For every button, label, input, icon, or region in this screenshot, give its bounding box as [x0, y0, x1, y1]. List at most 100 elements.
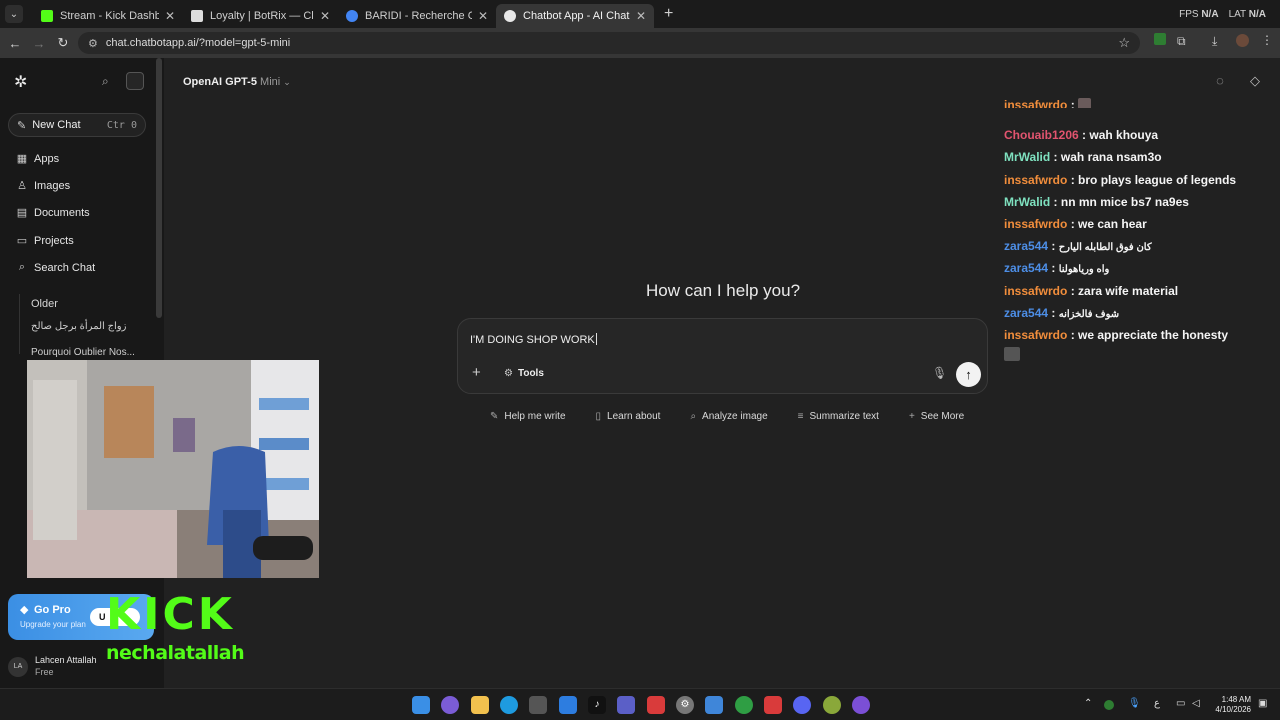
close-tab-icon[interactable]: ✕: [636, 9, 646, 23]
mail-icon[interactable]: [559, 696, 577, 714]
close-tab-icon[interactable]: ✕: [478, 9, 488, 23]
lat-label: LAT: [1228, 8, 1246, 20]
fps-label: FPS: [1179, 8, 1199, 20]
address-bar[interactable]: ⚙ chat.chatbotapp.ai/?model=gpt-5-mini ☆: [78, 32, 1140, 54]
microphone-icon[interactable]: 🎙: [932, 366, 947, 380]
search-icon[interactable]: ⌕: [102, 74, 109, 89]
chip-help-me-write[interactable]: ✎ Help me write: [490, 411, 566, 422]
history-item[interactable]: زواج المرأة برجل صالح: [31, 321, 126, 332]
add-attachment-icon[interactable]: +: [472, 364, 481, 381]
chat-text: we can hear: [1078, 217, 1147, 231]
extensions-puzzle-icon[interactable]: ⧉: [1177, 34, 1186, 49]
temporary-chat-icon[interactable]: ◌: [1212, 73, 1228, 89]
download-icon[interactable]: ⤓: [1212, 34, 1217, 49]
sidebar-item-projects[interactable]: ▭ Projects: [16, 234, 74, 248]
browser-menu-icon[interactable]: ⋮: [1261, 33, 1273, 47]
model-variant: Mini: [260, 76, 281, 88]
new-tab-button[interactable]: +: [664, 5, 673, 23]
chip-label: Analyze image: [702, 411, 768, 422]
chrome-icon[interactable]: [735, 696, 753, 714]
message-composer[interactable]: I'M DOING SHOP WORK + ⚙ Tools 🎙 ↑: [457, 318, 988, 394]
history-item[interactable]: Pourquoi Oublier Nos...: [31, 347, 135, 358]
channel-name: nechalatallah: [106, 642, 245, 664]
volume-icon[interactable]: ◁: [1192, 698, 1200, 709]
tab-search-menu-button[interactable]: ⌄: [5, 5, 23, 23]
chip-see-more[interactable]: + See More: [909, 411, 964, 422]
text-caret: [595, 333, 597, 345]
kick-logo: KICK: [106, 589, 235, 640]
teams-icon[interactable]: [617, 696, 635, 714]
tab-title: Chatbot App - AI Chatbot: [523, 9, 630, 22]
app-purple-icon[interactable]: [852, 696, 870, 714]
tab-google-search[interactable]: BARIDI - Recherche Google ✕: [338, 4, 496, 28]
chip-learn-about[interactable]: ▯ Learn about: [596, 411, 661, 422]
back-icon[interactable]: ←: [3, 36, 27, 51]
chat-text: zara wife material: [1078, 284, 1179, 298]
chat-text: bro plays league of legends: [1078, 173, 1237, 187]
discord-icon[interactable]: [793, 696, 811, 714]
send-button[interactable]: ↑: [956, 362, 981, 387]
tools-button[interactable]: ⚙ Tools: [504, 368, 544, 379]
message-input-text: I'M DOING SHOP WORK: [470, 334, 595, 346]
chat-text: nn mn mice bs7 na9es: [1060, 195, 1189, 209]
system-clock[interactable]: 1:48 AM 4/10/2026: [1209, 695, 1251, 715]
forward-icon[interactable]: →: [27, 36, 51, 51]
webcam-scene: [27, 360, 319, 578]
chat-message: inssafwrdo :: [1004, 98, 1092, 108]
chat-username: MrWalid: [1004, 150, 1051, 164]
chat-message: inssafwrdo : zara wife material: [1004, 284, 1179, 298]
tray-mic-icon[interactable]: 🎙: [1128, 698, 1141, 709]
sidebar-scrollbar[interactable]: [156, 58, 162, 318]
sidebar-toggle-icon[interactable]: [126, 72, 144, 90]
model-selector[interactable]: OpenAI GPT-5 Mini ⌄: [183, 76, 291, 88]
tab-chatbot-app[interactable]: Chatbot App - AI Chatbot ✕: [496, 3, 654, 28]
photos-icon[interactable]: [705, 696, 723, 714]
book-icon: ▯: [595, 411, 602, 422]
sidebar-item-images[interactable]: ♙ Images: [16, 179, 71, 193]
chip-summarize-text[interactable]: ≡ Summarize text: [798, 411, 879, 422]
file-explorer-icon[interactable]: [471, 696, 489, 714]
sidebar-item-label: Images: [34, 179, 71, 192]
profile-avatar[interactable]: [1236, 34, 1249, 47]
go-pro-subtitle: Upgrade your plan: [20, 620, 86, 629]
chip-analyze-image[interactable]: ⌕ Analyze image: [690, 411, 767, 422]
site-info-icon[interactable]: ⚙: [88, 37, 98, 50]
tray-app-icon[interactable]: [1104, 700, 1114, 710]
app-red-icon[interactable]: [647, 696, 665, 714]
chat-text: wah rana nsam3o: [1060, 150, 1162, 164]
bookmark-star-icon[interactable]: ☆: [1118, 35, 1130, 51]
app-red2-icon[interactable]: [764, 696, 782, 714]
tiktok-icon[interactable]: ♪: [588, 696, 606, 714]
extension-icon[interactable]: [1154, 33, 1166, 45]
copilot-icon[interactable]: [441, 696, 459, 714]
clock-date: 4/10/2026: [1215, 705, 1251, 714]
new-chat-button[interactable]: ✎ New Chat Ctr 0: [8, 113, 146, 137]
tray-chevron-icon[interactable]: ⌃: [1084, 698, 1092, 709]
store-icon[interactable]: [529, 696, 547, 714]
poster-image: [173, 418, 195, 452]
windows-start-icon[interactable]: [412, 696, 430, 714]
tab-kick-dashboard[interactable]: Stream - Kick Dashboard ✕: [33, 4, 183, 28]
close-tab-icon[interactable]: ✕: [320, 9, 330, 23]
tab-botrix[interactable]: Loyalty | BotRix — Cloud Stream ✕: [183, 4, 338, 28]
sidebar-item-search-chat[interactable]: ⌕ Search Chat: [16, 261, 95, 274]
edge-icon[interactable]: [500, 696, 518, 714]
network-icon[interactable]: ▭: [1176, 698, 1185, 709]
close-tab-icon[interactable]: ✕: [165, 9, 175, 23]
reload-icon[interactable]: ↻: [51, 35, 75, 51]
chat-message: inssafwrdo : we can hear: [1004, 217, 1147, 231]
chat-message: Chouaib1206 : wah khouya: [1004, 128, 1159, 142]
chatbot-logo-icon[interactable]: ✲: [14, 72, 27, 92]
emote-icon: [1004, 347, 1020, 361]
settings-icon[interactable]: ⚙: [676, 696, 694, 714]
notification-icon[interactable]: ▣: [1258, 698, 1267, 709]
language-indicator[interactable]: ع: [1154, 698, 1160, 709]
message-input[interactable]: I'M DOING SHOP WORK: [470, 333, 597, 346]
sidebar-item-apps[interactable]: ▦ Apps: [16, 152, 59, 166]
sidebar-item-documents[interactable]: ▤ Documents: [16, 206, 90, 220]
chip-label: Summarize text: [809, 411, 879, 422]
history-divider: [19, 294, 20, 354]
app-yellow-icon[interactable]: [823, 696, 841, 714]
folder-icon: ▭: [16, 235, 28, 247]
diamond-outline-icon[interactable]: ◇: [1247, 73, 1263, 89]
